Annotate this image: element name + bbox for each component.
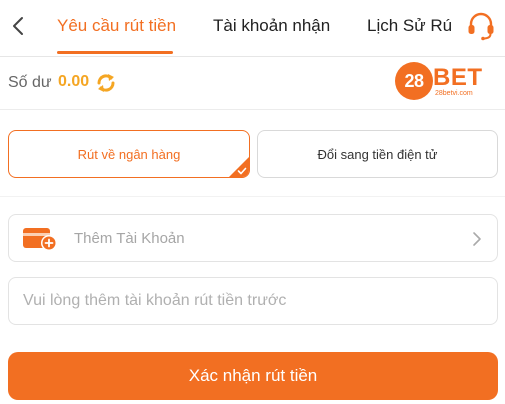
check-icon	[237, 167, 247, 175]
brand-logo: 28 BET 28betvi.com	[395, 62, 485, 102]
chevron-right-icon	[473, 232, 481, 246]
active-tab-indicator	[57, 51, 173, 54]
headset-icon	[468, 12, 494, 41]
add-account-label: Thêm Tài Khoản	[74, 230, 185, 247]
logo-badge: 28	[395, 62, 433, 100]
section-divider	[0, 109, 505, 110]
refresh-balance-button[interactable]	[95, 72, 117, 94]
tab-withdraw-request[interactable]: Yêu cầu rút tiền	[57, 0, 176, 52]
back-button[interactable]	[6, 12, 30, 40]
wallet-add-icon	[23, 228, 57, 251]
option-crypto-label: Đổi sang tiền điện tử	[317, 146, 438, 162]
chevron-left-icon	[13, 17, 23, 35]
logo-brand-text: BET	[433, 64, 483, 91]
refresh-icon	[97, 74, 115, 92]
option-crypto-exchange[interactable]: Đổi sang tiền điện tử	[257, 130, 498, 178]
option-bank-label: Rút về ngân hàng	[77, 146, 181, 162]
logo-domain: 28betvi.com	[435, 90, 473, 97]
divider	[0, 196, 505, 197]
balance-value: 0.00	[58, 73, 90, 90]
tab-history[interactable]: Lịch Sử Rú	[367, 0, 461, 52]
support-button[interactable]	[465, 10, 497, 42]
confirm-withdraw-button[interactable]: Xác nhận rút tiền	[8, 352, 498, 400]
add-account-row[interactable]: Thêm Tài Khoản	[8, 214, 498, 262]
tab-receiving-account[interactable]: Tài khoản nhận	[213, 0, 330, 52]
header-tabs: Yêu cầu rút tiền Tài khoản nhận Lịch Sử …	[0, 0, 505, 54]
option-bank-withdraw[interactable]: Rút về ngân hàng	[8, 130, 250, 178]
balance-label: Số dư	[8, 74, 52, 91]
withdraw-amount-input[interactable]	[8, 277, 498, 325]
